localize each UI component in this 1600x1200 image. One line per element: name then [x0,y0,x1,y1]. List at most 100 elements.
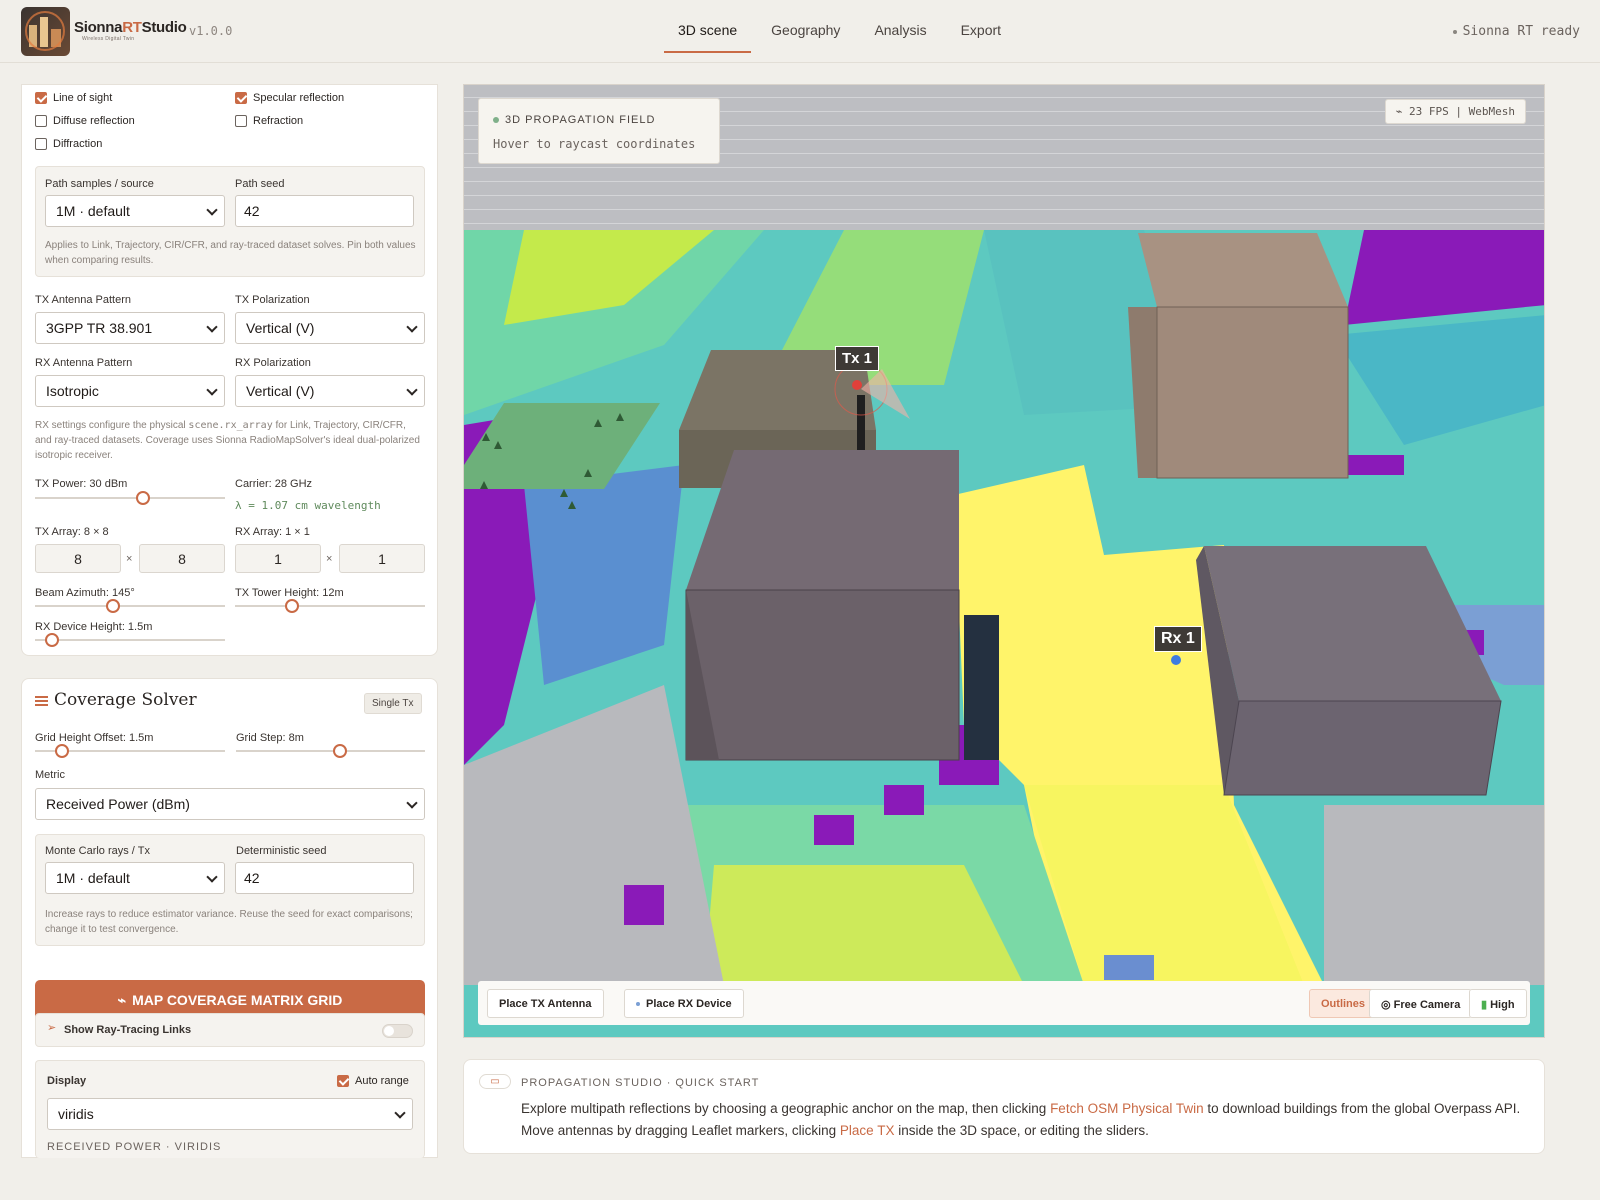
tx-array-label: TX Array: 8 × 8 [35,526,109,538]
single-tx-badge: Single Tx [364,693,422,714]
slider-knob[interactable] [54,744,69,758]
colormap-select[interactable]: viridis [47,1098,413,1130]
refraction-checkbox[interactable]: Refraction [235,115,303,127]
metric-label: Metric [35,769,65,781]
specular-reflection-checkbox[interactable]: Specular reflection [235,92,344,104]
tab-geography[interactable]: Geography [757,0,854,53]
path-sampling-help: Applies to Link, Trajectory, CIR/CFR, an… [45,240,416,266]
tab-export[interactable]: Export [947,0,1015,53]
checkbox-box[interactable] [337,1075,349,1087]
tower-height-slider[interactable] [235,599,425,613]
rays-select[interactable]: 1M · default [45,862,225,894]
rx-pattern-label: RX Antenna Pattern [35,357,133,369]
building-wall [685,589,960,761]
grid-offset-label: Grid Height Offset: 1.5m [35,732,154,744]
scene-canvas[interactable] [464,85,1545,1038]
tx-power-slider[interactable] [35,491,225,505]
rx-marker[interactable] [1171,655,1181,665]
slider-knob[interactable] [285,599,299,613]
tx-pattern-label: TX Antenna Pattern [35,294,132,306]
tx-polarization-select[interactable]: Vertical (V) [235,312,425,344]
checkbox-box[interactable] [235,115,247,127]
rx-array-cols-input[interactable]: 1 [339,544,425,573]
colorbar-title: RECEIVED POWER · VIRIDIS [47,1141,222,1153]
grid-step-slider[interactable] [236,744,425,758]
tab-analysis[interactable]: Analysis [860,0,940,53]
place-rx-button[interactable]: Place RX Device [624,989,744,1018]
free-camera-button[interactable]: ◎ Free Camera [1369,989,1473,1018]
checkbox-box[interactable] [35,92,47,104]
heatmap-region [1104,955,1154,980]
diffuse-reflection-checkbox[interactable]: Diffuse reflection [35,115,135,127]
chevron-down-icon [206,204,218,216]
tx-polarization-label: TX Polarization [235,294,310,306]
place-tx-link[interactable]: Place TX [840,1123,895,1138]
chevron-down-icon [206,384,218,396]
heatmap-region [624,885,664,925]
display-label: Display [47,1075,87,1087]
checkbox-box[interactable] [235,92,247,104]
quality-button[interactable]: ▮ High [1469,989,1527,1018]
line-of-sight-checkbox[interactable]: Line of sight [35,92,112,104]
checkbox-box[interactable] [35,138,47,150]
building-roof [686,450,959,590]
battery-icon: ▮ [1481,999,1491,1011]
metric-select[interactable]: Received Power (dBm) [35,788,425,820]
rx-height-slider[interactable] [35,633,225,647]
rx-polarization-select[interactable]: Vertical (V) [235,375,425,407]
monte-carlo-help: Increase rays to reduce estimator varian… [45,909,413,935]
scene-viewport[interactable]: Tx 1 Rx 1 3D PROPAGATION FIELD Hover to … [463,84,1545,1038]
top-bar: SionnaRTStudio Wireless Digital Twin v1.… [0,0,1600,63]
status-dot-icon [493,117,499,123]
deterministic-seed-input[interactable]: 42 [235,862,414,894]
path-seed-input[interactable]: 42 [235,195,414,227]
show-links-toggle[interactable] [382,1024,413,1038]
heatmap-region [814,815,854,845]
tab-3d-scene[interactable]: 3D scene [664,0,752,53]
slider-knob[interactable] [105,599,120,613]
chevron-down-icon [206,321,218,333]
heatmap-region [1324,805,1544,985]
chevron-down-icon [206,871,218,883]
main-nav: 3D scene Geography Analysis Export [664,0,1021,63]
send-icon: ➢ [47,1022,57,1034]
dot-icon [636,1002,640,1007]
diffraction-checkbox[interactable]: Diffraction [35,138,102,150]
slider-knob[interactable] [332,744,347,758]
brand-name: SionnaRTStudio [74,19,187,36]
slider-knob[interactable] [45,633,60,647]
rx-pattern-select[interactable]: Isotropic [35,375,225,407]
outlines-toggle[interactable]: Outlines [1309,989,1378,1018]
quick-start-text: Explore multipath reflections by choosin… [521,1101,1521,1138]
rx-array-rows-input[interactable]: 1 [235,544,321,573]
rx-label: Rx 1 [1154,626,1202,652]
times-symbol: × [326,553,333,565]
grid-step-label: Grid Step: 8m [236,732,304,744]
tower-height-label: TX Tower Height: 12m [235,587,344,599]
tx-mast [857,395,865,450]
tx-pattern-select[interactable]: 3GPP TR 38.901 [35,312,225,344]
building-wall [1223,700,1502,796]
auto-range-checkbox[interactable]: Auto range [337,1075,409,1087]
fetch-osm-link[interactable]: Fetch OSM Physical Twin [1050,1101,1204,1116]
path-seed-label: Path seed [235,178,285,190]
building-shadow [964,615,999,760]
rays-label: Monte Carlo rays / Tx [45,845,150,857]
place-tx-button[interactable]: Place TX Antenna [487,989,604,1018]
beam-azimuth-slider[interactable] [35,599,225,613]
checkbox-box[interactable] [35,115,47,127]
tx-marker[interactable] [852,380,862,390]
solver-status: Sionna RT ready [1452,24,1580,39]
quick-start-title: PROPAGATION STUDIO · QUICK START [521,1077,760,1089]
tx-array-rows-input[interactable]: 8 [35,544,121,573]
grid-offset-slider[interactable] [35,744,225,758]
pulse-icon: ⌁ [1395,105,1410,118]
tx-array-cols-input[interactable]: 8 [139,544,225,573]
waves-icon [35,696,48,706]
path-samples-select[interactable]: 1M · default [45,195,225,227]
rx-polarization-label: RX Polarization [235,357,311,369]
app-version: v1.0.0 [189,24,233,38]
app-logo [21,7,70,56]
heatmap-region [1344,455,1404,475]
propagation-field-panel: 3D PROPAGATION FIELD Hover to raycast co… [478,98,720,164]
